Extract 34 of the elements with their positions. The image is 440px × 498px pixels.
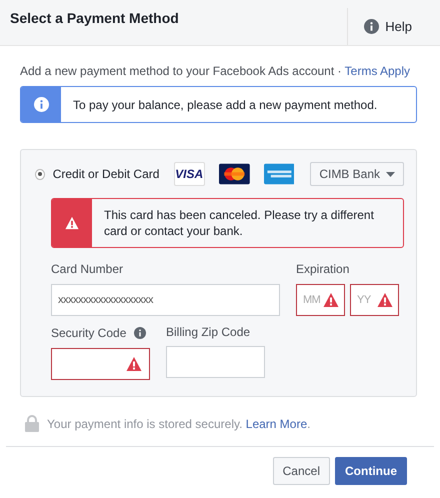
terms-link[interactable]: Terms Apply xyxy=(344,64,410,78)
expiration-field[interactable]: YY xyxy=(350,284,399,316)
help-button[interactable]: Help xyxy=(347,8,440,45)
field-label: Card Number xyxy=(51,262,124,276)
info-icon xyxy=(134,327,146,339)
warning-icon xyxy=(65,216,79,230)
warning-icon xyxy=(323,292,339,308)
bank-select[interactable]: CIMB Bank xyxy=(310,162,404,186)
lock-icon xyxy=(25,415,39,432)
error-notice: This card has been canceled. Please try a different card or contact your bank. xyxy=(51,198,404,248)
expiration-field[interactable]: MM xyxy=(296,284,345,316)
info-notice: To pay your balance, please add a new payment method. xyxy=(20,86,417,123)
option-label: Credit or Debit Card xyxy=(52,167,160,181)
caret-icon xyxy=(386,172,395,176)
field-label: Billing Zip Code xyxy=(166,326,252,338)
amex-logo xyxy=(264,162,294,186)
security-code-field[interactable] xyxy=(51,348,150,380)
zip-code-field[interactable] xyxy=(166,346,265,378)
info-icon xyxy=(34,97,48,112)
secure-note: Your payment info is stored securely. Learn More. xyxy=(47,416,310,430)
radio-button[interactable] xyxy=(35,168,45,180)
continue-button[interactable]: Continue xyxy=(335,457,407,485)
intro-text: Add a new payment method to your Facebook Ads account · Terms Apply xyxy=(20,64,412,78)
mastercard-logo xyxy=(218,162,250,186)
visa-logo: VISA xyxy=(174,162,205,186)
warning-icon xyxy=(377,292,393,308)
dialog-title: Select a Payment Method xyxy=(9,9,180,28)
field-label: Security Code xyxy=(51,326,126,340)
card-number-field[interactable]: xxxxxxxxxxxxxxxxxxx xyxy=(51,284,280,316)
field-label: Expiration xyxy=(296,262,350,276)
info-icon xyxy=(364,19,380,34)
warning-icon xyxy=(126,356,142,372)
learn-more-link[interactable]: Learn More xyxy=(246,416,308,430)
cancel-button[interactable]: Cancel xyxy=(272,457,330,485)
